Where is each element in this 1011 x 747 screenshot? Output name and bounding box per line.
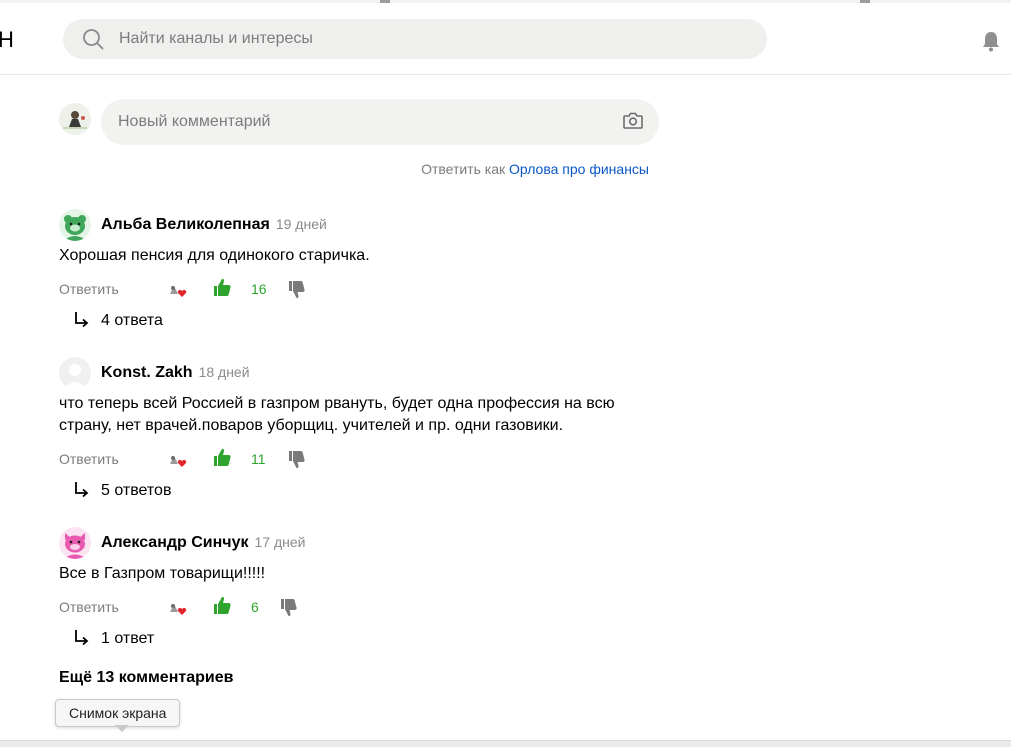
comment-text: что теперь всей Россией в газпром рванут… (59, 395, 615, 434)
tooltip-tail (115, 725, 129, 732)
pink-cat-avatar-image (59, 527, 91, 559)
author-name[interactable]: Альба Великолепная (101, 216, 270, 233)
comment-text: Все в Газпром товарищи!!!!! (59, 565, 266, 582)
reply-button[interactable]: Ответить (59, 599, 119, 615)
avatar[interactable] (59, 527, 91, 559)
thumbs-up-icon[interactable] (213, 448, 231, 467)
replies-count[interactable]: 4 ответа (101, 312, 163, 330)
more-comments-link[interactable]: Ещё 13 комментариев (59, 669, 233, 687)
like-count: 16 (251, 281, 267, 297)
thumbs-up-icon[interactable] (213, 596, 231, 615)
search-placeholder[interactable]: Найти каналы и интересы (119, 30, 313, 48)
reply-as-prefix: Ответить как (421, 161, 506, 177)
thumbs-down-icon[interactable] (288, 280, 305, 299)
default-avatar-image (59, 357, 91, 389)
comment-time: 17 дней (254, 534, 306, 550)
thumbs-down-icon[interactable] (280, 598, 297, 617)
reply-arrow-icon (75, 312, 89, 328)
reply-as-channel-link[interactable]: Орлова про финансы (509, 161, 649, 177)
reply-arrow-icon (75, 482, 89, 498)
top-header: Н Найти каналы и интересы (0, 3, 1011, 75)
thumbs-down-icon[interactable] (288, 450, 305, 469)
comment-actions: Ответить 16 (59, 278, 679, 302)
avatar[interactable] (59, 209, 91, 241)
search-bar[interactable]: Найти каналы и интересы (63, 19, 767, 59)
reaction-icon[interactable] (167, 450, 189, 470)
new-comment-placeholder[interactable]: Новый комментарий (118, 113, 270, 131)
channel-avatar-image (59, 103, 91, 135)
comment-actions: Ответить 11 (59, 448, 679, 472)
comment-author[interactable]: Konst. Zakh 18 дней (101, 364, 250, 382)
green-bear-avatar-image (59, 209, 91, 241)
replies-count[interactable]: 5 ответов (101, 482, 171, 500)
like-count: 6 (251, 599, 259, 615)
reply-as-line: Ответить как Орлова про финансы (0, 161, 649, 177)
reply-button[interactable]: Ответить (59, 451, 119, 467)
comment-time: 19 дней (275, 216, 327, 232)
reply-button[interactable]: Ответить (59, 281, 119, 297)
avatar[interactable] (59, 357, 91, 389)
bell-icon[interactable] (981, 30, 1001, 52)
reaction-icon[interactable] (167, 598, 189, 618)
reaction-icon[interactable] (167, 280, 189, 300)
comment-text: Хорошая пенсия для одинокого старичка. (59, 247, 370, 264)
replies-count[interactable]: 1 ответ (101, 630, 154, 648)
thumbs-up-icon[interactable] (213, 278, 231, 297)
comment-author[interactable]: Александр Синчук 17 дней (101, 534, 305, 552)
author-name[interactable]: Konst. Zakh (101, 364, 193, 381)
logo-fragment[interactable]: Н (0, 28, 14, 52)
comment-actions: Ответить 6 (59, 596, 679, 620)
reply-arrow-icon (75, 630, 89, 646)
my-avatar (59, 103, 91, 135)
new-comment-field[interactable]: Новый комментарий (101, 99, 659, 145)
comment-time: 18 дней (198, 364, 250, 380)
author-name[interactable]: Александр Синчук (101, 534, 248, 551)
screenshot-tooltip: Снимок экрана (55, 699, 181, 727)
comment-author[interactable]: Альба Великолепная 19 дней (101, 216, 327, 234)
search-icon (83, 29, 104, 50)
like-count: 11 (251, 451, 266, 467)
camera-icon[interactable] (622, 111, 644, 131)
